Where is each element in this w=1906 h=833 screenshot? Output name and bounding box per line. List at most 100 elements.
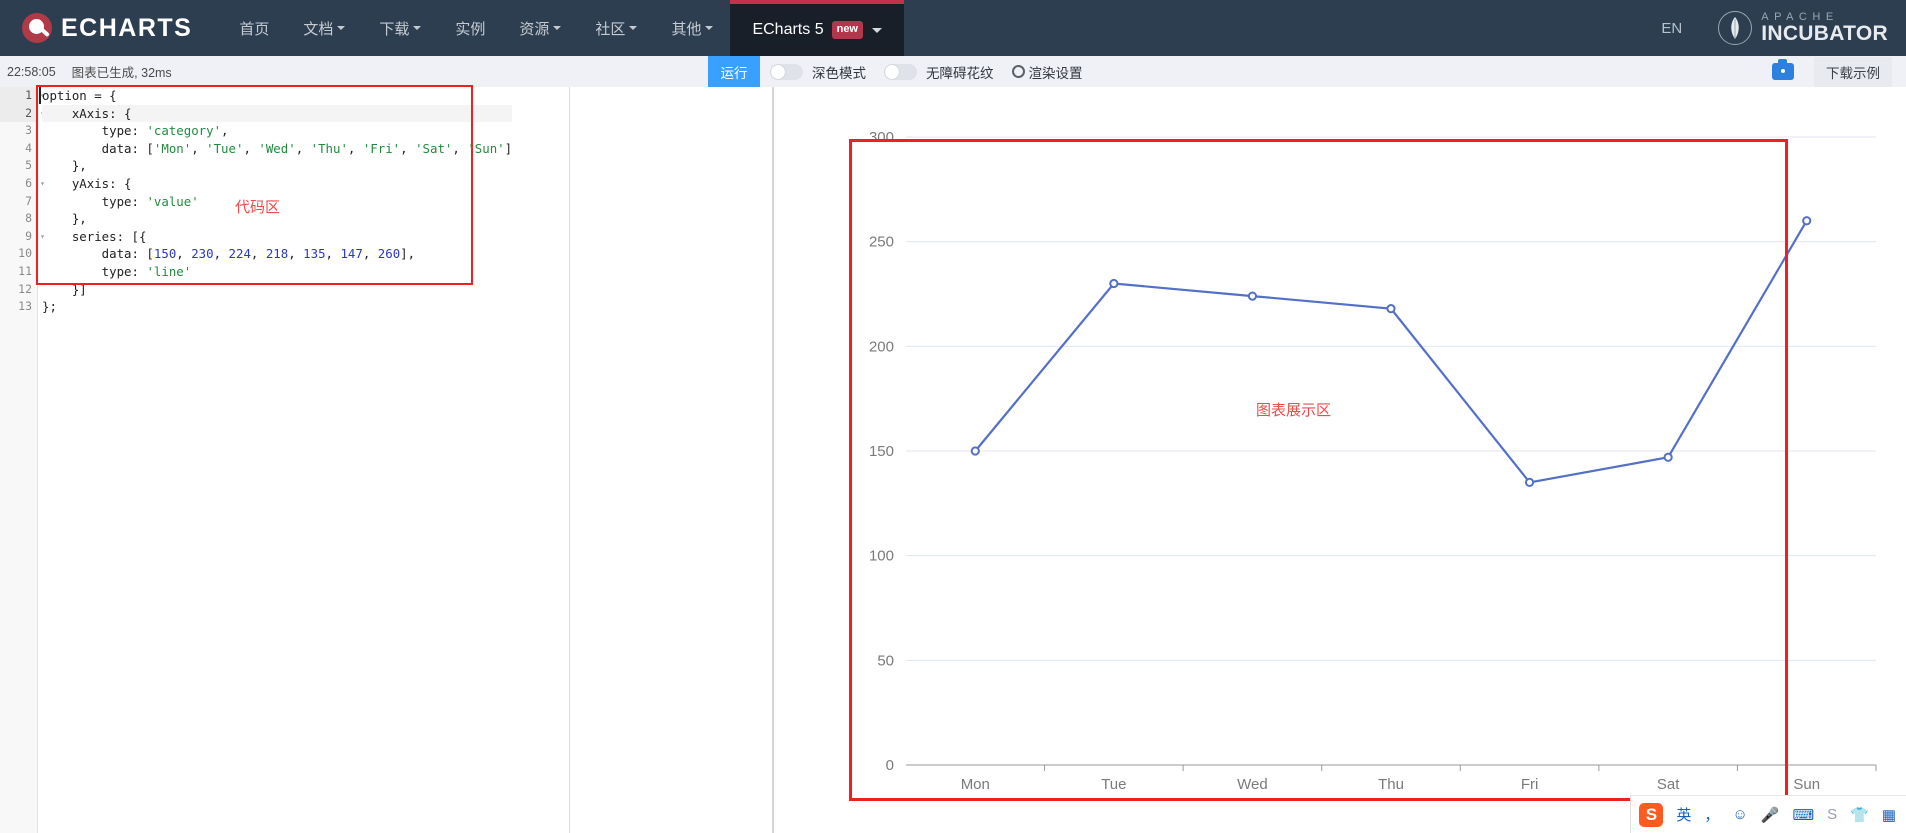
code-token: option = {	[42, 88, 117, 103]
sogou-ime-logo-icon[interactable]: S	[1639, 802, 1664, 827]
nav-link-label: 首页	[239, 20, 270, 38]
language-switcher[interactable]: EN	[1661, 20, 1682, 37]
chevron-down-icon	[413, 26, 422, 30]
line-number: 12	[18, 281, 32, 296]
code-line[interactable]: series: [{	[42, 228, 512, 246]
code-token: 'Fri'	[362, 140, 401, 156]
code-token: },	[42, 211, 87, 227]
code-line[interactable]: option = {	[42, 87, 512, 105]
line-number: 8	[25, 211, 32, 226]
code-token: 'Wed'	[258, 140, 296, 156]
nav-tab-echarts5[interactable]: ECharts 5 new	[730, 0, 904, 56]
code-token: ]	[504, 140, 513, 156]
x-axis-tick-label: Tue	[1101, 776, 1126, 793]
chart-area-annotation: 图表展示区	[1256, 401, 1332, 419]
code-line[interactable]: data: ['Mon', 'Tue', 'Wed', 'Thu', 'Fri'…	[42, 140, 512, 158]
ime-tool-icon-1[interactable]: ☺	[1732, 806, 1747, 823]
ime-tool-icon-6[interactable]: ▦	[1882, 806, 1896, 824]
chevron-down-icon	[553, 26, 562, 30]
code-line[interactable]: }]	[42, 281, 512, 299]
y-axis-tick-label: 150	[869, 443, 894, 460]
line-number: 7	[25, 193, 32, 208]
code-token: 147	[340, 246, 363, 262]
feather-icon	[1718, 11, 1753, 45]
chevron-down-icon	[337, 26, 346, 30]
code-token: 'Mon'	[153, 140, 192, 156]
nav-link-3[interactable]: 实例	[438, 0, 502, 56]
x-axis-tick-label: Sat	[1657, 776, 1680, 793]
gear-icon	[1011, 65, 1025, 78]
x-axis-tick-label: Wed	[1237, 776, 1268, 793]
download-example-button[interactable]: 下载示例	[1814, 56, 1892, 87]
render-settings-button[interactable]: 渲染设置	[1011, 62, 1083, 82]
code-token: 150	[153, 246, 177, 262]
code-token: ,	[221, 123, 229, 139]
dark-mode-toggle[interactable]	[770, 63, 803, 80]
chart-preview-pane: 0 50 100 150 200 250 300 Mon Tue Wed Thu Fri Sat Sun	[774, 87, 1906, 833]
new-badge: new	[831, 21, 863, 39]
nav-right-group: EN APACHE INCUBATOR	[1661, 0, 1906, 56]
code-token: series: [{	[42, 228, 147, 244]
data-point	[1524, 477, 1535, 487]
code-line[interactable]: type: 'category',	[42, 122, 512, 140]
code-token: 'Sun'	[467, 140, 505, 156]
y-axis-tick-label: 300	[869, 129, 894, 146]
y-axis-tick-label: 50	[877, 652, 894, 669]
nav-link-label: 下载	[379, 20, 410, 38]
ime-tool-icon-3[interactable]: ⌨	[1792, 806, 1814, 824]
ime-language-mode[interactable]: 英	[1676, 804, 1691, 825]
top-navigation-bar: ECHARTS 首页 文档 下载 实例 资源 社区 其他 ECharts 5 new EN …	[0, 0, 1906, 56]
x-axis-tick-label: Fri	[1521, 776, 1539, 793]
nav-link-0[interactable]: 首页	[222, 0, 286, 56]
nav-link-4[interactable]: 资源	[502, 0, 578, 56]
echarts-logo-icon	[22, 13, 52, 43]
run-button[interactable]: 运行	[708, 56, 760, 87]
chevron-down-icon	[705, 26, 714, 30]
feather-svg	[1731, 17, 1739, 39]
line-number: 10	[18, 246, 32, 261]
nav-link-2[interactable]: 下载	[362, 0, 438, 56]
dark-mode-label: 深色模式	[812, 65, 866, 81]
code-token: 'line'	[146, 263, 192, 279]
toolbar-options: 深色模式 无障碍花纹 渲染设置	[770, 56, 1083, 87]
brand-logo-area[interactable]: ECHARTS	[0, 0, 222, 56]
nav-link-1[interactable]: 文档	[286, 0, 362, 56]
code-token: ,	[295, 140, 311, 156]
x-axis-tick-label: Thu	[1378, 776, 1404, 793]
ime-tool-icon-2[interactable]: 🎤	[1761, 806, 1780, 824]
code-line[interactable]: };	[42, 298, 512, 316]
brand-name: ECHARTS	[61, 13, 193, 42]
line-number-gutter: 1▾2▾3 4 5 6▾7 8 9▾10 11 12 13	[0, 87, 45, 833]
nav-link-label: 实例	[455, 20, 486, 38]
apache-incubator-logo[interactable]: APACHE INCUBATOR	[1718, 11, 1888, 45]
x-axis-tick-label: Mon	[961, 776, 990, 793]
line-number: 4	[25, 140, 32, 155]
code-line[interactable]: },	[42, 157, 512, 175]
ime-tool-icon-4[interactable]: S	[1827, 806, 1837, 823]
line-number: 1 ▾	[0, 87, 45, 105]
camera-icon[interactable]	[1772, 59, 1794, 80]
ime-tool-icon-0[interactable]: ，	[1704, 804, 1719, 825]
code-line[interactable]: yAxis: {	[42, 175, 512, 193]
code-token: data: [	[42, 140, 154, 156]
code-token: ,	[362, 246, 378, 262]
chevron-down-icon	[629, 26, 638, 30]
code-area-annotation: 代码区	[235, 198, 281, 216]
accessibility-pattern-toggle[interactable]	[884, 63, 917, 80]
code-editor-pane[interactable]: 1▾2▾3 4 5 6▾7 8 9▾10 11 12 13 option = { xAxis: …	[0, 87, 773, 833]
nav-link-5[interactable]: 社区	[578, 0, 654, 56]
line-number: 9 ▾	[0, 228, 45, 246]
ime-tool-icon-5[interactable]: 👕	[1850, 806, 1869, 824]
data-point	[1802, 216, 1812, 226]
incubator-name: INCUBATOR	[1761, 22, 1888, 45]
code-line[interactable]: xAxis: {	[42, 104, 513, 123]
code-token: ,	[243, 140, 259, 156]
code-token: ],	[400, 246, 416, 262]
code-token: ,	[347, 140, 363, 156]
nav-link-6[interactable]: 其他	[654, 0, 730, 56]
code-line[interactable]: type: 'line'	[42, 263, 512, 281]
code-token: type:	[42, 263, 147, 279]
code-token: 224	[228, 246, 251, 262]
data-point	[1663, 452, 1673, 462]
code-line[interactable]: data: [150, 230, 224, 218, 135, 147, 260…	[42, 245, 512, 263]
